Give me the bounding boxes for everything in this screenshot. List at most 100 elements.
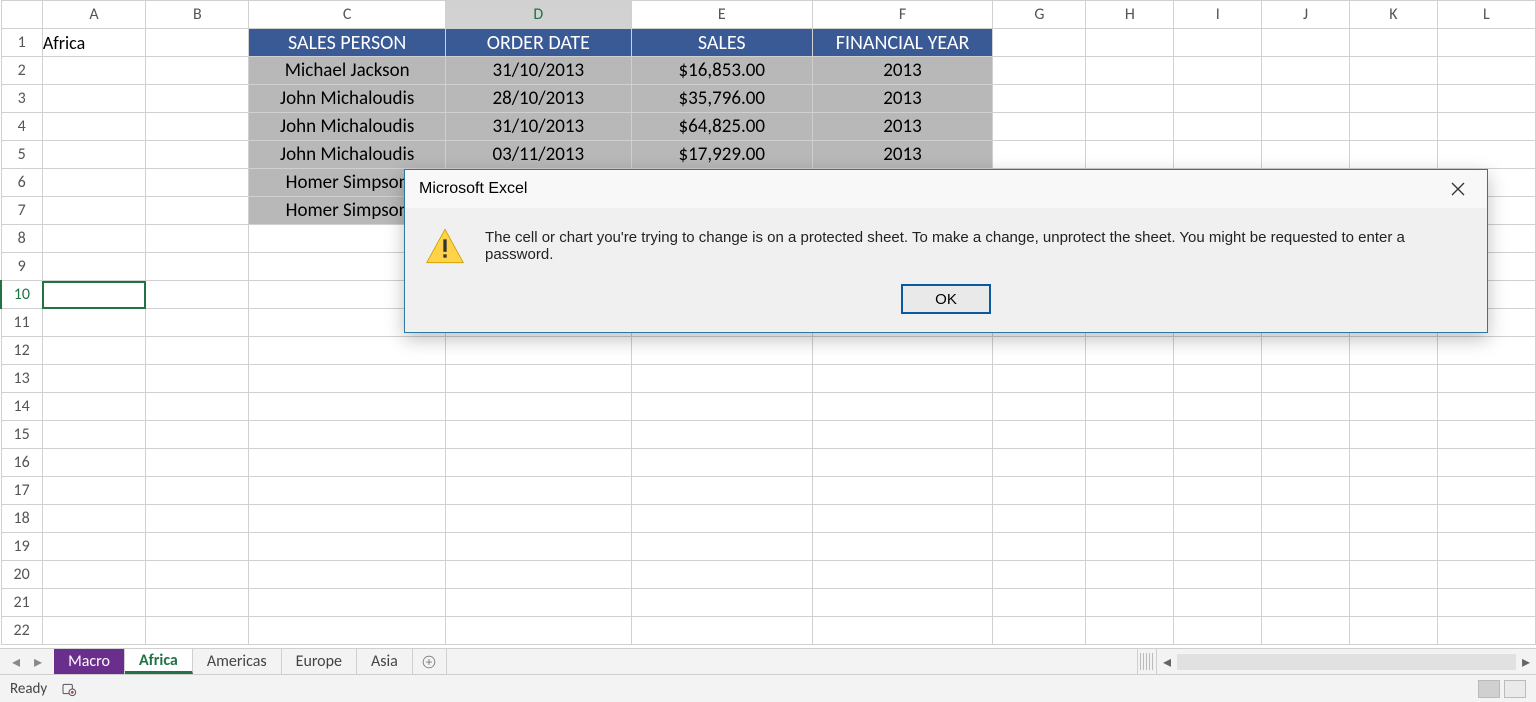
cell-B21[interactable]: [146, 589, 249, 617]
cell-A22[interactable]: [42, 617, 145, 645]
cell-F4[interactable]: 2013: [812, 113, 993, 141]
cell-K1[interactable]: [1349, 29, 1437, 57]
cell-I13[interactable]: [1174, 365, 1262, 393]
sheet-tab-africa[interactable]: Africa: [125, 649, 193, 674]
cell-L16[interactable]: [1437, 449, 1535, 477]
column-header-J[interactable]: J: [1262, 1, 1350, 29]
add-sheet-button[interactable]: [413, 649, 447, 674]
cell-K17[interactable]: [1349, 477, 1437, 505]
cell-B2[interactable]: [146, 57, 249, 85]
cell-B3[interactable]: [146, 85, 249, 113]
cell-F16[interactable]: [812, 449, 993, 477]
cell-J20[interactable]: [1262, 561, 1350, 589]
cell-L14[interactable]: [1437, 393, 1535, 421]
row-header-2[interactable]: 2: [1, 57, 42, 85]
cell-E21[interactable]: [631, 589, 812, 617]
cell-J19[interactable]: [1262, 533, 1350, 561]
sheet-tab-europe[interactable]: Europe: [282, 649, 357, 674]
cell-F5[interactable]: 2013: [812, 141, 993, 169]
sheet-tab-americas[interactable]: Americas: [193, 649, 282, 674]
cell-D4[interactable]: 31/10/2013: [445, 113, 631, 141]
page-layout-view-button[interactable]: [1504, 680, 1526, 698]
column-header-E[interactable]: E: [631, 1, 812, 29]
cell-C3[interactable]: John Michaloudis: [249, 85, 445, 113]
scroll-right-icon[interactable]: ▸: [1516, 649, 1536, 674]
cell-C13[interactable]: [249, 365, 445, 393]
cell-B1[interactable]: [146, 29, 249, 57]
cell-D3[interactable]: 28/10/2013: [445, 85, 631, 113]
cell-F3[interactable]: 2013: [812, 85, 993, 113]
cell-A3[interactable]: [42, 85, 145, 113]
cell-D13[interactable]: [445, 365, 631, 393]
column-header-A[interactable]: A: [42, 1, 145, 29]
cell-B15[interactable]: [146, 421, 249, 449]
cell-I19[interactable]: [1174, 533, 1262, 561]
cell-G1[interactable]: [993, 29, 1086, 57]
cell-H14[interactable]: [1086, 393, 1174, 421]
row-header-12[interactable]: 12: [1, 337, 42, 365]
cell-B8[interactable]: [146, 225, 249, 253]
scroll-thumb[interactable]: [1177, 654, 1516, 670]
cell-D1[interactable]: ORDER DATE: [445, 29, 631, 57]
cell-K3[interactable]: [1349, 85, 1437, 113]
cell-G18[interactable]: [993, 505, 1086, 533]
cell-A19[interactable]: [42, 533, 145, 561]
cell-F22[interactable]: [812, 617, 993, 645]
cell-L17[interactable]: [1437, 477, 1535, 505]
cell-A21[interactable]: [42, 589, 145, 617]
cell-I14[interactable]: [1174, 393, 1262, 421]
dialog-ok-button[interactable]: OK: [901, 284, 991, 314]
cell-D16[interactable]: [445, 449, 631, 477]
cell-I18[interactable]: [1174, 505, 1262, 533]
cell-C22[interactable]: [249, 617, 445, 645]
cell-K14[interactable]: [1349, 393, 1437, 421]
cell-B22[interactable]: [146, 617, 249, 645]
cell-G17[interactable]: [993, 477, 1086, 505]
cell-B11[interactable]: [146, 309, 249, 337]
cell-F20[interactable]: [812, 561, 993, 589]
cell-F15[interactable]: [812, 421, 993, 449]
cell-L18[interactable]: [1437, 505, 1535, 533]
cell-A14[interactable]: [42, 393, 145, 421]
cell-E13[interactable]: [631, 365, 812, 393]
cell-C19[interactable]: [249, 533, 445, 561]
cell-I1[interactable]: [1174, 29, 1262, 57]
cell-E2[interactable]: $16,853.00: [631, 57, 812, 85]
cell-E20[interactable]: [631, 561, 812, 589]
cell-C4[interactable]: John Michaloudis: [249, 113, 445, 141]
cell-G15[interactable]: [993, 421, 1086, 449]
cell-K18[interactable]: [1349, 505, 1437, 533]
cell-A6[interactable]: [42, 169, 145, 197]
row-header-5[interactable]: 5: [1, 141, 42, 169]
cell-D12[interactable]: [445, 337, 631, 365]
tab-resize-grip[interactable]: [1140, 653, 1154, 670]
cell-H1[interactable]: [1086, 29, 1174, 57]
cell-C5[interactable]: John Michaloudis: [249, 141, 445, 169]
cell-J12[interactable]: [1262, 337, 1350, 365]
cell-K21[interactable]: [1349, 589, 1437, 617]
select-all-corner[interactable]: [1, 1, 42, 29]
cell-J1[interactable]: [1262, 29, 1350, 57]
cell-I20[interactable]: [1174, 561, 1262, 589]
cell-H16[interactable]: [1086, 449, 1174, 477]
cell-B18[interactable]: [146, 505, 249, 533]
cell-E5[interactable]: $17,929.00: [631, 141, 812, 169]
cell-E19[interactable]: [631, 533, 812, 561]
column-header-H[interactable]: H: [1086, 1, 1174, 29]
cell-C14[interactable]: [249, 393, 445, 421]
cell-H21[interactable]: [1086, 589, 1174, 617]
row-header-17[interactable]: 17: [1, 477, 42, 505]
row-header-20[interactable]: 20: [1, 561, 42, 589]
cell-A1[interactable]: Africa: [42, 29, 145, 57]
cell-H3[interactable]: [1086, 85, 1174, 113]
cell-H4[interactable]: [1086, 113, 1174, 141]
column-header-C[interactable]: C: [249, 1, 445, 29]
cell-L3[interactable]: [1437, 85, 1535, 113]
row-header-11[interactable]: 11: [1, 309, 42, 337]
cell-D5[interactable]: 03/11/2013: [445, 141, 631, 169]
cell-H15[interactable]: [1086, 421, 1174, 449]
sheet-tab-asia[interactable]: Asia: [357, 649, 413, 674]
cell-A16[interactable]: [42, 449, 145, 477]
cell-J13[interactable]: [1262, 365, 1350, 393]
cell-I3[interactable]: [1174, 85, 1262, 113]
